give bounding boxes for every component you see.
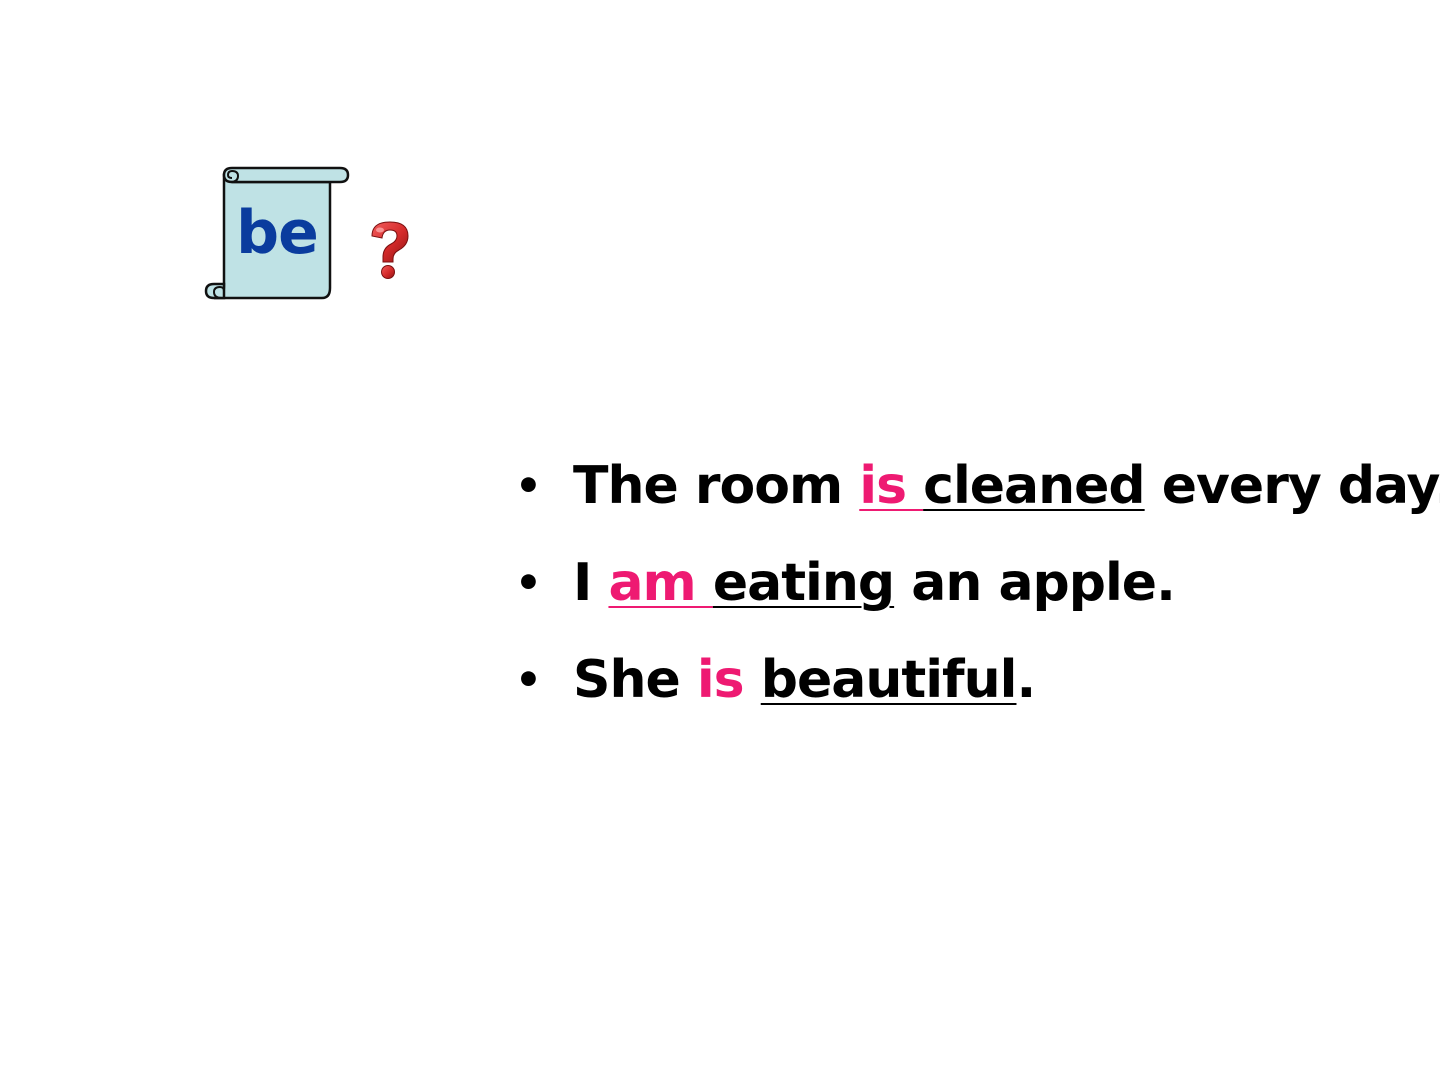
sentence-before: She — [573, 650, 697, 710]
word-gap — [744, 650, 761, 710]
scroll-icon: be — [202, 162, 352, 307]
target-word: beautiful — [760, 650, 1018, 710]
sentence-text: I am eating an apple. — [573, 545, 1176, 621]
bullet: • — [515, 655, 542, 704]
target-word: cleaned — [923, 456, 1146, 516]
sentence-before: I — [573, 553, 609, 613]
sentence-before: The room — [573, 456, 860, 516]
bullet: • — [515, 558, 542, 607]
auxiliary-verb: is — [859, 456, 924, 516]
scroll-word: be — [236, 198, 319, 268]
sentence-after: every day. — [1144, 456, 1440, 516]
auxiliary-verb: is — [696, 650, 745, 710]
sentence-after: an apple. — [894, 553, 1176, 613]
sentence-text: She is beautiful. — [573, 642, 1036, 718]
sentence-after: . — [1016, 650, 1036, 710]
bullet: • — [515, 461, 542, 510]
slide: be • The room is cleaned every day. • I … — [0, 0, 1440, 1080]
auxiliary-verb: am — [608, 553, 713, 613]
sentence-text: The room is cleaned every day. — [573, 448, 1440, 524]
question-mark-icon — [366, 218, 414, 282]
target-word: eating — [712, 553, 895, 613]
